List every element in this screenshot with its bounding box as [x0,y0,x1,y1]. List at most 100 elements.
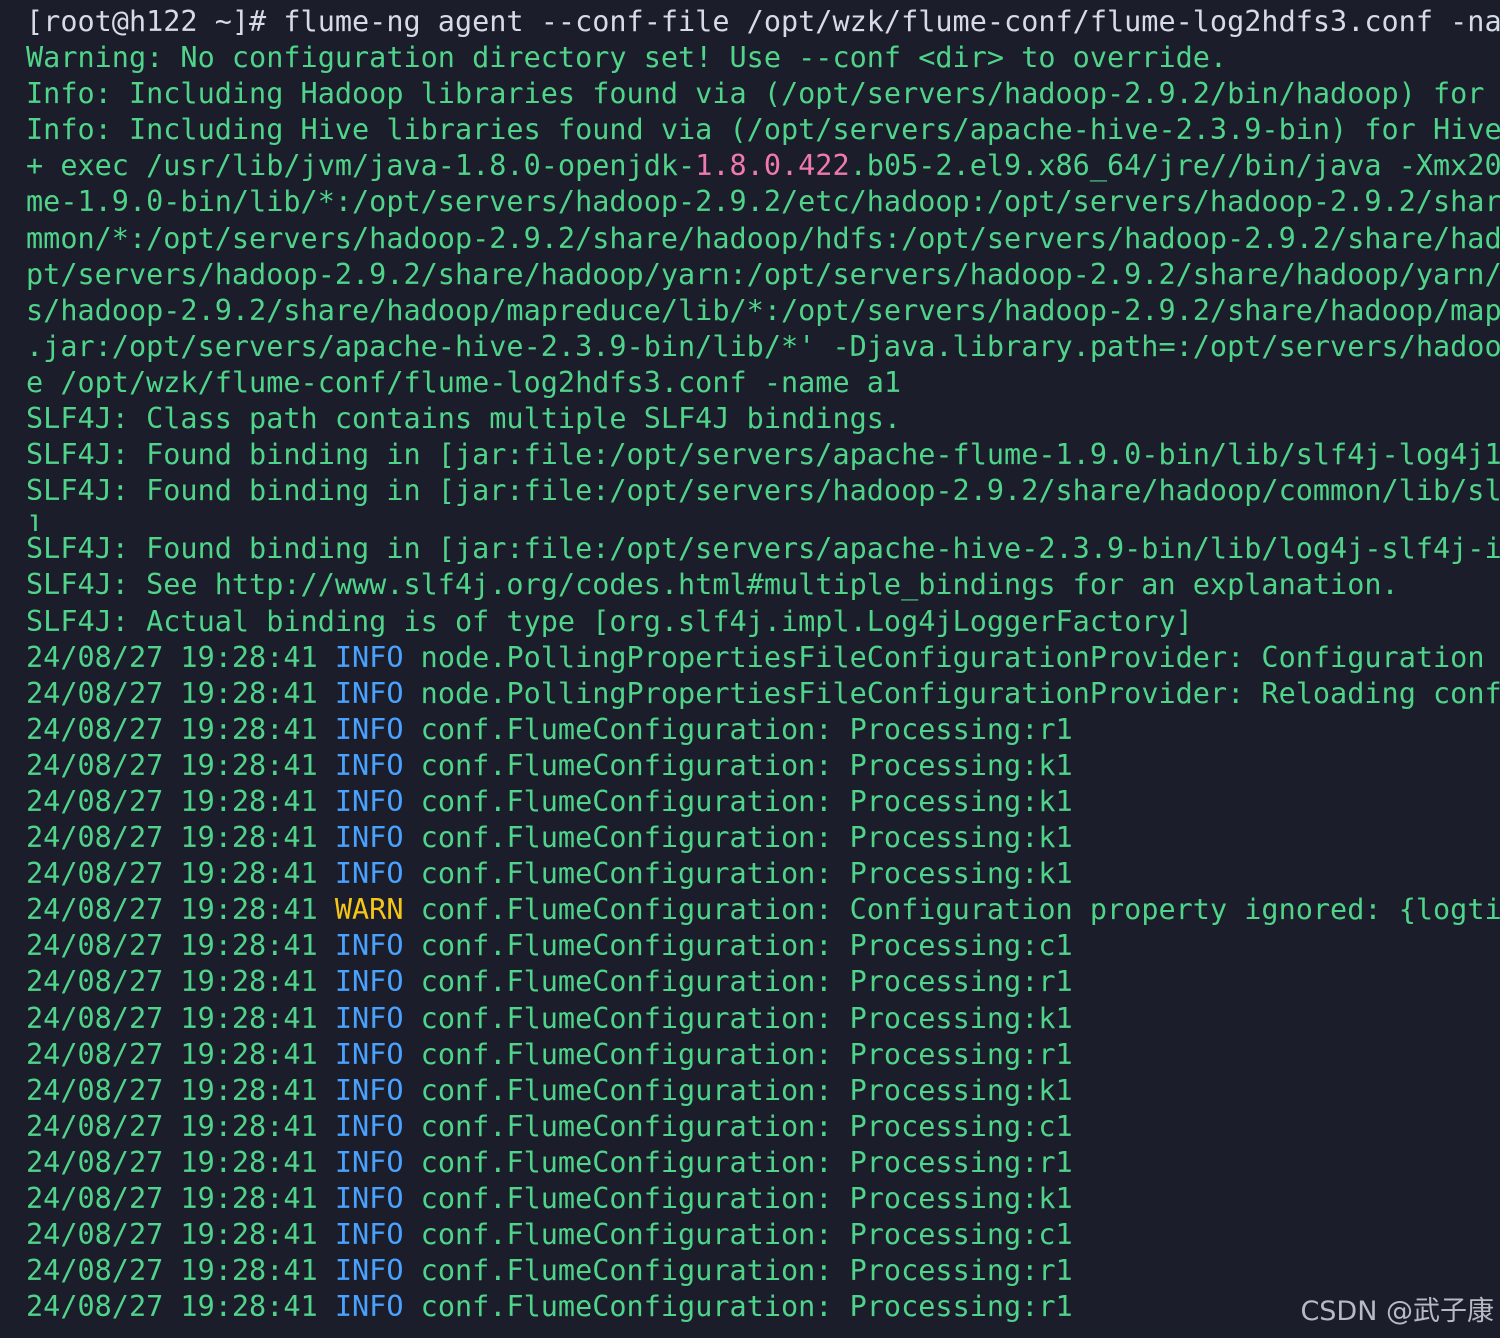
log-line: 24/08/27 19:28:41 INFO conf.FlumeConfigu… [26,820,1500,856]
log-level-warn: WARN [334,893,404,927]
output-text: SLF4J: Found binding in [jar:file:/opt/s… [26,438,1500,472]
log-level-info: INFO [334,965,404,999]
log-level-info: INFO [334,1290,404,1324]
log-timestamp: 24/08/27 19:28:41 [26,1145,335,1179]
log-level-info: INFO [334,640,404,674]
log-line: 24/08/27 19:28:41 INFO conf.FlumeConfigu… [26,1253,1500,1289]
log-timestamp: 24/08/27 19:28:41 [26,640,335,674]
output-text: node.PollingPropertiesFileConfigurationP… [403,676,1500,710]
output-text: node.PollingPropertiesFileConfigurationP… [403,640,1485,674]
log-timestamp: 24/08/27 19:28:41 [26,893,335,927]
output-line: Info: Including Hadoop libraries found v… [26,76,1500,112]
version-number: 1.8.0.422 [695,149,850,183]
output-text: conf.FlumeConfiguration: Processing:k1 [403,1001,1073,1035]
log-timestamp: 24/08/27 19:28:41 [26,1182,335,1215]
output-text: SLF4J: Found binding in [jar:file:/opt/s… [26,532,1500,566]
log-timestamp: 24/08/27 19:28:41 [26,1073,335,1107]
output-line: pt/servers/hadoop-2.9.2/share/hadoop/yar… [26,257,1500,293]
output-text: conf.FlumeConfiguration: Processing:r1 [403,1145,1073,1179]
log-timestamp: 24/08/27 19:28:41 [26,929,335,963]
output-text: me-1.9.0-bin/lib/*:/opt/servers/hadoop-2… [26,185,1500,219]
log-level-info: INFO [334,748,404,782]
output-line: SLF4J: Class path contains multiple SLF4… [26,401,1500,437]
log-line: 24/08/27 19:28:41 INFO conf.FlumeConfigu… [26,928,1500,964]
log-timestamp: 24/08/27 19:28:41 [26,1290,335,1324]
output-text: conf.FlumeConfiguration: Processing:k1 [403,1182,1073,1215]
output-text: conf.FlumeConfiguration: Processing:c1 [403,929,1073,963]
log-timestamp: 24/08/27 19:28:41 [26,1001,335,1035]
log-line: 24/08/27 19:28:41 WARN conf.FlumeConfigu… [26,892,1500,928]
terminal-window[interactable]: [root@h122 ~]# flume-ng agent --conf-fil… [0,0,1500,1338]
output-text: conf.FlumeConfiguration: Processing:k1 [403,748,1073,782]
log-timestamp: 24/08/27 19:28:41 [26,1218,335,1252]
terminal-output[interactable]: [root@h122 ~]# flume-ng agent --conf-fil… [26,4,1500,1325]
log-level-info: INFO [334,857,404,891]
output-text: Info: Including Hive libraries found via… [26,113,1500,147]
log-timestamp: 24/08/27 19:28:41 [26,821,335,855]
log-level-info: INFO [334,1037,404,1071]
output-text: conf.FlumeConfiguration: Processing:c1 [403,1218,1073,1252]
output-line: SLF4J: Actual binding is of type [org.sl… [26,604,1500,640]
output-text: pt/servers/hadoop-2.9.2/share/hadoop/yar… [26,257,1500,291]
output-text: Warning: No configuration directory set!… [26,41,1228,75]
output-text: conf.FlumeConfiguration: Processing:k1 [403,857,1073,891]
log-line: 24/08/27 19:28:41 INFO conf.FlumeConfigu… [26,1217,1500,1253]
log-line: 24/08/27 19:28:41 INFO node.PollingPrope… [26,676,1500,712]
log-line: 24/08/27 19:28:41 INFO conf.FlumeConfigu… [26,1109,1500,1145]
log-level-info: INFO [334,1001,404,1035]
output-line: Warning: No configuration directory set!… [26,40,1500,76]
log-level-info: INFO [334,1073,404,1107]
output-text: conf.FlumeConfiguration: Processing:k1 [403,1073,1073,1107]
output-text: conf.FlumeConfiguration: Configuration p… [403,893,1500,927]
output-text: conf.FlumeConfiguration: Processing:k1 [403,784,1073,818]
output-line: e /opt/wzk/flume-conf/flume-log2hdfs3.co… [26,365,1500,401]
log-timestamp: 24/08/27 19:28:41 [26,1037,335,1071]
log-timestamp: 24/08/27 19:28:41 [26,1109,335,1143]
output-text: mmon/*:/opt/servers/hadoop-2.9.2/share/h… [26,221,1500,255]
output-text: conf.FlumeConfiguration: Processing:r1 [403,1290,1073,1324]
log-timestamp: 24/08/27 19:28:41 [26,712,335,746]
output-line: + exec /usr/lib/jvm/java-1.8.0-openjdk-1… [26,148,1500,184]
log-line: 24/08/27 19:28:41 INFO conf.FlumeConfigu… [26,748,1500,784]
log-line: 24/08/27 19:28:41 INFO conf.FlumeConfigu… [26,1289,1500,1325]
output-text: conf.FlumeConfiguration: Processing:r1 [403,712,1073,746]
log-line: 24/08/27 19:28:41 INFO conf.FlumeConfigu… [26,1073,1500,1109]
log-timestamp: 24/08/27 19:28:41 [26,676,335,710]
output-line: mmon/*:/opt/servers/hadoop-2.9.2/share/h… [26,221,1500,257]
output-line: SLF4J: Found binding in [jar:file:/opt/s… [26,531,1500,567]
log-timestamp: 24/08/27 19:28:41 [26,857,335,891]
output-text: conf.FlumeConfiguration: Processing:r1 [403,965,1073,999]
log-line: 24/08/27 19:28:41 INFO conf.FlumeConfigu… [26,964,1500,1000]
log-level-info: INFO [334,1109,404,1143]
output-text: SLF4J: Found binding in [jar:file:/opt/s… [26,474,1500,508]
output-line: ] [26,509,1500,531]
shell-prompt-command: [root@h122 ~]# flume-ng agent --conf-fil… [26,5,1500,38]
log-level-info: INFO [334,1218,404,1252]
watermark: CSDN @武子康 [1300,1296,1494,1327]
output-line: me-1.9.0-bin/lib/*:/opt/servers/hadoop-2… [26,184,1500,220]
log-line: 24/08/27 19:28:41 INFO conf.FlumeConfigu… [26,1145,1500,1181]
log-level-info: INFO [334,1145,404,1179]
log-timestamp: 24/08/27 19:28:41 [26,965,335,999]
log-level-info: INFO [334,676,404,710]
output-line: SLF4J: Found binding in [jar:file:/opt/s… [26,473,1500,509]
output-line: s/hadoop-2.9.2/share/hadoop/mapreduce/li… [26,293,1500,329]
output-text: + exec /usr/lib/jvm/java-1.8.0-openjdk- [26,149,696,183]
output-text: s/hadoop-2.9.2/share/hadoop/mapreduce/li… [26,293,1500,327]
log-line: 24/08/27 19:28:41 INFO node.PollingPrope… [26,640,1500,676]
output-text: Info: Including Hadoop libraries found v… [26,77,1485,111]
log-timestamp: 24/08/27 19:28:41 [26,748,335,782]
output-text: conf.FlumeConfiguration: Processing:k1 [403,821,1073,855]
log-line: 24/08/27 19:28:41 INFO conf.FlumeConfigu… [26,1001,1500,1037]
log-line: 24/08/27 19:28:41 INFO conf.FlumeConfigu… [26,1181,1500,1217]
output-line: Info: Including Hive libraries found via… [26,112,1500,148]
output-text: conf.FlumeConfiguration: Processing:c1 [403,1109,1073,1143]
output-text: SLF4J: Class path contains multiple SLF4… [26,402,902,436]
output-text: .jar:/opt/servers/apache-hive-2.3.9-bin/… [26,329,1500,363]
log-level-info: INFO [334,929,404,963]
output-text: conf.FlumeConfiguration: Processing:r1 [403,1037,1073,1071]
log-timestamp: 24/08/27 19:28:41 [26,1254,335,1288]
output-text: ] [26,510,44,532]
output-line: .jar:/opt/servers/apache-hive-2.3.9-bin/… [26,329,1500,365]
output-text: SLF4J: See http://www.slf4j.org/codes.ht… [26,568,1399,602]
